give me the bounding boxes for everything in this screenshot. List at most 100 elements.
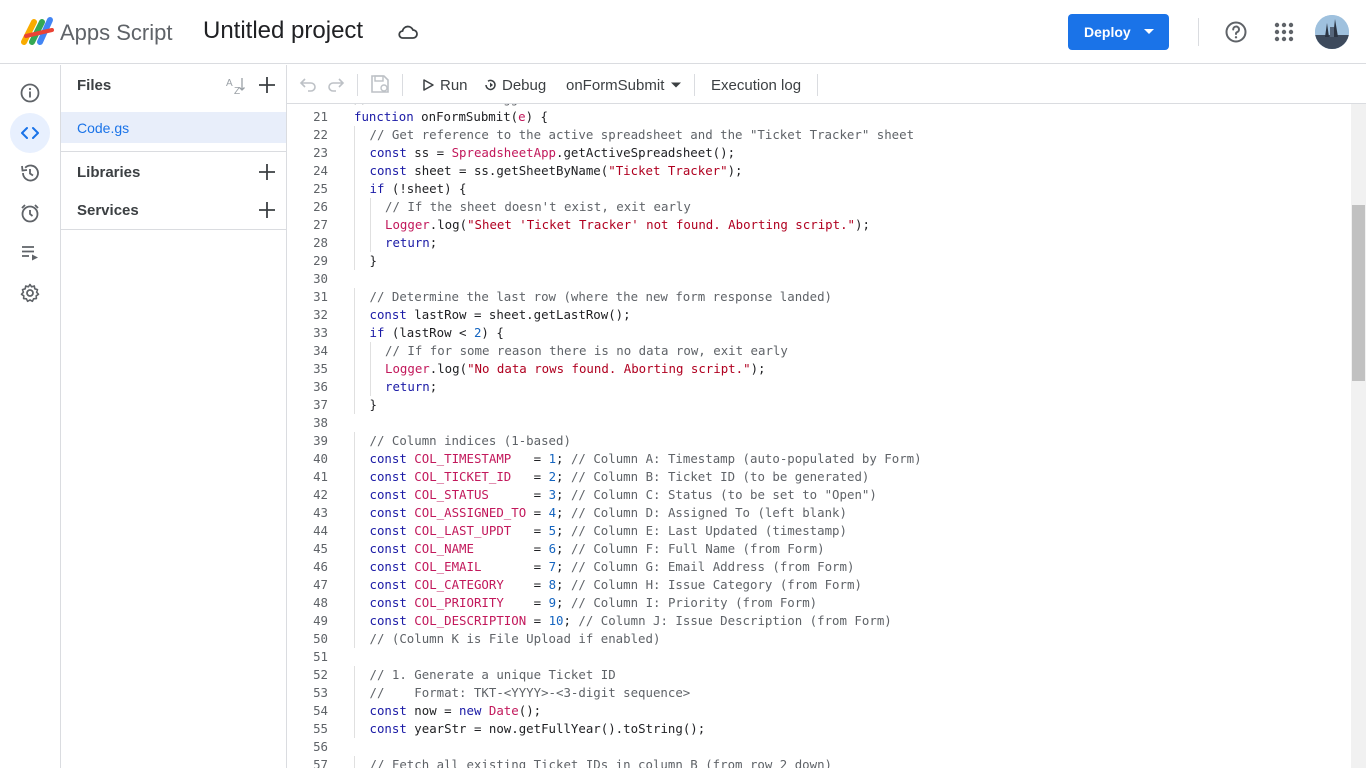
line-number: 31 — [313, 289, 328, 304]
code-token: // Column D: Assigned To (left blank) — [570, 505, 847, 520]
line-source: Logger.log("Sheet 'Ticket Tracker' not f… — [385, 216, 870, 234]
chevron-down-icon[interactable] — [1142, 24, 1156, 38]
code-line[interactable]: 47 const COL_CATEGORY = 8; // Column H: I… — [287, 576, 1351, 594]
line-source: if (lastRow < 2) { — [370, 324, 504, 342]
avatar[interactable] — [1315, 15, 1349, 49]
code-line[interactable]: 35 Logger.log("No data rows found. Aborti… — [287, 360, 1351, 378]
code-token: = — [481, 559, 549, 574]
code-token: = — [503, 595, 549, 610]
code-line[interactable]: 45 const COL_NAME = 6; // Column F: Full … — [287, 540, 1351, 558]
code-token: // Column I: Priority (from Form) — [570, 595, 818, 610]
code-line[interactable]: 49 const COL_DESCRIPTION = 10; // Column … — [287, 612, 1351, 630]
code-line[interactable]: 48 const COL_PRIORITY = 9; // Column I: P… — [287, 594, 1351, 612]
code-line[interactable]: 22 // Get reference to the active spreads… — [287, 126, 1351, 144]
code-line[interactable]: 42 const COL_STATUS = 3; // Column C: Sta… — [287, 486, 1351, 504]
history-nav-button[interactable] — [10, 153, 50, 193]
code-line[interactable]: 36 return; — [287, 378, 1351, 396]
line-source: } — [370, 396, 377, 414]
triggers-nav-button[interactable] — [10, 193, 50, 233]
code-token: sheet = ss.getSheetByName( — [406, 163, 609, 178]
code-line[interactable]: 46 const COL_EMAIL = 7; // Column G: Emai… — [287, 558, 1351, 576]
play-icon — [423, 79, 434, 91]
code-token: ; — [556, 559, 571, 574]
code-line[interactable]: 57 // Fetch all existing Ticket IDs in co… — [287, 756, 1351, 768]
help-icon[interactable] — [1224, 20, 1248, 44]
overview-nav-button[interactable] — [10, 73, 50, 113]
indent-guide — [354, 288, 355, 306]
code-line[interactable]: 30 — [287, 270, 1351, 288]
editor-scrollbar-track[interactable] — [1351, 104, 1366, 768]
code-line[interactable]: 29} — [287, 252, 1351, 270]
add-file-plus-icon[interactable] — [257, 75, 277, 95]
line-number: 49 — [313, 613, 328, 628]
code-line[interactable]: 34 // If for some reason there is no data… — [287, 342, 1351, 360]
line-number: 27 — [313, 217, 328, 232]
code-line[interactable]: 43 const COL_ASSIGNED_TO = 4; // Column D… — [287, 504, 1351, 522]
code-line[interactable]: 51 — [287, 648, 1351, 666]
editor-nav-button[interactable] — [10, 113, 50, 153]
code-line[interactable]: 39 // Column indices (1-based) — [287, 432, 1351, 450]
deploy-button[interactable]: Deploy — [1068, 14, 1169, 50]
run-button[interactable]: Run — [421, 73, 468, 97]
code-line[interactable]: 27 Logger.log("Sheet 'Ticket Tracker' not… — [287, 216, 1351, 234]
code-token: 8 — [548, 577, 557, 592]
code-line[interactable]: 23 const ss = SpreadsheetApp.getActiveSpr… — [287, 144, 1351, 162]
code-line[interactable]: 56 — [287, 738, 1351, 756]
indent-guide — [354, 342, 355, 360]
code-editor[interactable]: 20// Main function triggered on each for… — [287, 104, 1351, 768]
add-service-plus-icon[interactable] — [257, 200, 277, 220]
code-line[interactable]: 53 // Format: TKT-<YYYY>-<3-digit sequenc… — [287, 684, 1351, 702]
line-number: 29 — [313, 253, 328, 268]
code-line[interactable]: 28 return; — [287, 234, 1351, 252]
code-token: ); — [727, 163, 743, 178]
code-line[interactable]: 25 if (!sheet) { — [287, 180, 1351, 198]
code-lines: 20// Main function triggered on each for… — [287, 104, 1351, 768]
code-line[interactable]: 54 const now = new Date(); — [287, 702, 1351, 720]
code-token: // Fetch all existing Ticket IDs in colu… — [369, 757, 833, 768]
project-title[interactable]: Untitled project — [203, 17, 363, 45]
code-line[interactable]: 44 const COL_LAST_UPDT = 5; // Column E: … — [287, 522, 1351, 540]
executions-nav-button[interactable] — [10, 233, 50, 273]
redo-icon[interactable] — [327, 75, 345, 93]
function-select[interactable]: onFormSubmit — [566, 73, 682, 97]
code-line[interactable]: 38 — [287, 414, 1351, 432]
undo-icon[interactable] — [299, 75, 317, 93]
code-token: SpreadsheetApp — [451, 145, 557, 160]
code-line[interactable]: 50 // (Column K is File Upload if enabled… — [287, 630, 1351, 648]
code-line[interactable]: 31 // Determine the last row (where the n… — [287, 288, 1351, 306]
code-line[interactable]: 55 const yearStr = now.getFullYear().toSt… — [287, 720, 1351, 738]
apps-grid-icon[interactable] — [1272, 20, 1296, 44]
top-bar: Apps Script Untitled project Deploy — [0, 0, 1366, 64]
code-token: ) { — [525, 109, 548, 124]
apps-script-logo-icon — [21, 17, 54, 45]
line-number: 21 — [313, 109, 328, 124]
code-line[interactable]: 41 const COL_TICKET_ID = 2; // Column B: … — [287, 468, 1351, 486]
code-token: 1 — [548, 451, 557, 466]
code-token: ; — [556, 505, 571, 520]
editor-scrollbar-thumb[interactable] — [1352, 205, 1365, 381]
file-item-code-gs[interactable]: Code.gs — [61, 112, 286, 143]
code-line[interactable]: 33 if (lastRow < 2) { — [287, 324, 1351, 342]
code-line[interactable]: 52 // 1. Generate a unique Ticket ID — [287, 666, 1351, 684]
sort-az-icon[interactable]: A Z — [225, 75, 247, 95]
add-library-plus-icon[interactable] — [257, 162, 277, 182]
code-token: const — [369, 307, 407, 322]
code-line[interactable]: 21 function onFormSubmit(e) { — [287, 108, 1351, 126]
code-line[interactable]: 26 // If the sheet doesn't exist, exit ea… — [287, 198, 1351, 216]
indent-guide — [354, 702, 355, 720]
code-line[interactable]: 24 const sheet = ss.getSheetByName("Ticke… — [287, 162, 1351, 180]
save-icon[interactable] — [369, 73, 391, 95]
debug-button[interactable]: Debug — [483, 73, 546, 97]
code-token: .log( — [429, 361, 468, 376]
code-token: // (Column K is File Upload if enabled) — [369, 631, 661, 646]
code-line[interactable]: 40 const COL_TIMESTAMP = 1; // Column A: … — [287, 450, 1351, 468]
indent-guide — [354, 684, 355, 702]
indent-guide — [354, 540, 355, 558]
line-number: 38 — [313, 415, 328, 430]
execution-log-button[interactable]: Execution log — [711, 73, 801, 97]
code-line[interactable]: 32 const lastRow = sheet.getLastRow(); — [287, 306, 1351, 324]
toolbar-divider — [817, 74, 818, 96]
code-line[interactable]: 37} — [287, 396, 1351, 414]
settings-nav-button[interactable] — [10, 273, 50, 313]
line-source: const COL_EMAIL = 7; // Column G: Email … — [370, 558, 855, 576]
